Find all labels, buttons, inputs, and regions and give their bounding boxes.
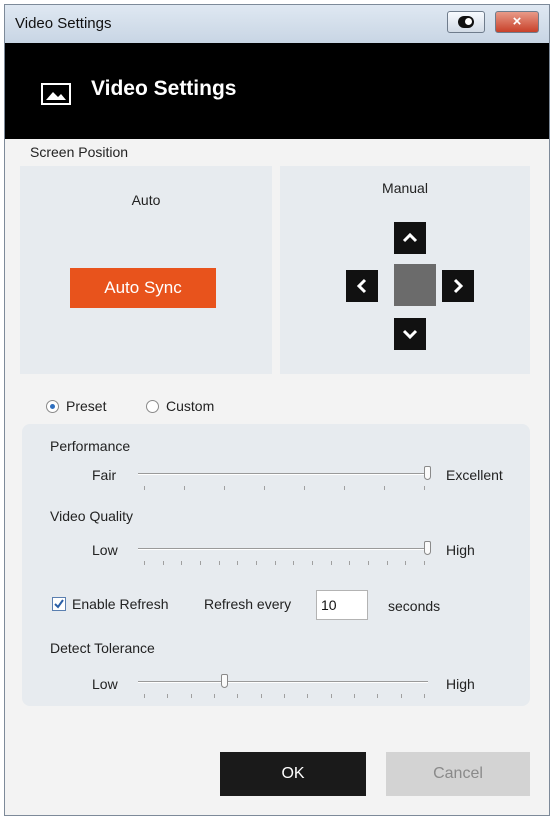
slider-tick [167,694,168,698]
refresh-unit-label: seconds [388,598,441,614]
mode-toggle-icon [458,16,474,28]
move-up-button[interactable] [394,222,426,254]
slider-tick [401,694,402,698]
ok-button[interactable]: OK [220,752,366,796]
checkmark-icon [54,599,64,609]
title-bar: Video Settings × [5,5,549,44]
auto-sync-button[interactable]: Auto Sync [70,268,216,308]
slider-tick [224,486,225,490]
detect-tolerance-label: Detect Tolerance [50,640,155,656]
refresh-every-label: Refresh every [204,596,292,612]
slider-tick [237,561,238,565]
manual-title: Manual [382,180,428,196]
chevron-left-icon [356,278,367,294]
slider-tick [237,694,238,698]
enable-refresh-checkbox[interactable] [52,597,66,611]
cancel-button[interactable]: Cancel [386,752,530,796]
slider-tick [256,561,257,565]
slider-tick [424,561,425,565]
performance-max-label: Excellent [446,467,503,483]
move-down-button[interactable] [394,318,426,350]
close-button[interactable]: × [495,11,539,33]
auto-panel: Auto Auto Sync [20,166,272,374]
chevron-right-icon [453,278,464,294]
slider-tick [424,486,425,490]
slider-tick [214,694,215,698]
video-quality-ticks [144,561,425,565]
radio-custom-dot[interactable] [146,400,159,413]
slider-tick [264,486,265,490]
chevron-up-icon [402,232,418,243]
performance-ticks [144,486,425,490]
slider-tick [144,694,145,698]
radio-custom-label: Custom [166,398,215,414]
slider-tick [368,561,369,565]
close-icon: × [512,13,522,30]
slider-tick [312,561,313,565]
slider-tick [181,561,182,565]
detect-tolerance-max-label: High [446,676,475,692]
performance-slider-thumb[interactable] [424,466,431,480]
slider-tick [307,694,308,698]
manual-panel: Manual [280,166,530,374]
auto-title: Auto [131,192,161,208]
dpad-center [394,264,436,306]
window-title: Video Settings [15,15,112,32]
slider-tick [344,486,345,490]
slider-tick [184,486,185,490]
slider-tick [144,561,145,565]
slider-tick [275,561,276,565]
video-quality-max-label: High [446,542,475,558]
detect-tolerance-slider-thumb[interactable] [221,674,228,688]
slider-tick [354,694,355,698]
slider-tick [331,694,332,698]
slider-tick [384,486,385,490]
video-quality-slider-track[interactable] [138,548,428,550]
video-quality-slider-thumb[interactable] [424,541,431,555]
performance-slider-track[interactable] [138,473,428,475]
screen-position-label: Screen Position [30,144,129,160]
performance-label: Performance [50,438,131,454]
move-left-button[interactable] [346,270,378,302]
header-banner: Video Settings [5,43,549,139]
slider-tick [144,486,145,490]
slider-tick [219,561,220,565]
chevron-down-icon [402,329,418,340]
slider-tick [191,694,192,698]
detect-tolerance-ticks [144,694,425,698]
detect-tolerance-slider-track[interactable] [138,681,428,683]
video-quality-min-label: Low [92,542,118,558]
radio-preset-dot[interactable] [46,400,59,413]
slider-tick [405,561,406,565]
slider-tick [331,561,332,565]
slider-tick [293,561,294,565]
enable-refresh-label: Enable Refresh [72,596,169,612]
refresh-interval-input[interactable] [316,590,368,620]
radio-preset-label: Preset [66,398,107,414]
performance-min-label: Fair [92,467,117,483]
slider-tick [261,694,262,698]
slider-tick [349,561,350,565]
slider-tick [304,486,305,490]
slider-tick [163,561,164,565]
slider-tick [200,561,201,565]
move-right-button[interactable] [442,270,474,302]
detect-tolerance-min-label: Low [92,676,118,692]
slider-tick [387,561,388,565]
image-icon [41,83,71,105]
mode-toggle-button[interactable] [447,11,485,33]
header-title: Video Settings [91,77,237,100]
slider-tick [377,694,378,698]
slider-tick [424,694,425,698]
video-quality-label: Video Quality [50,508,134,524]
slider-tick [284,694,285,698]
